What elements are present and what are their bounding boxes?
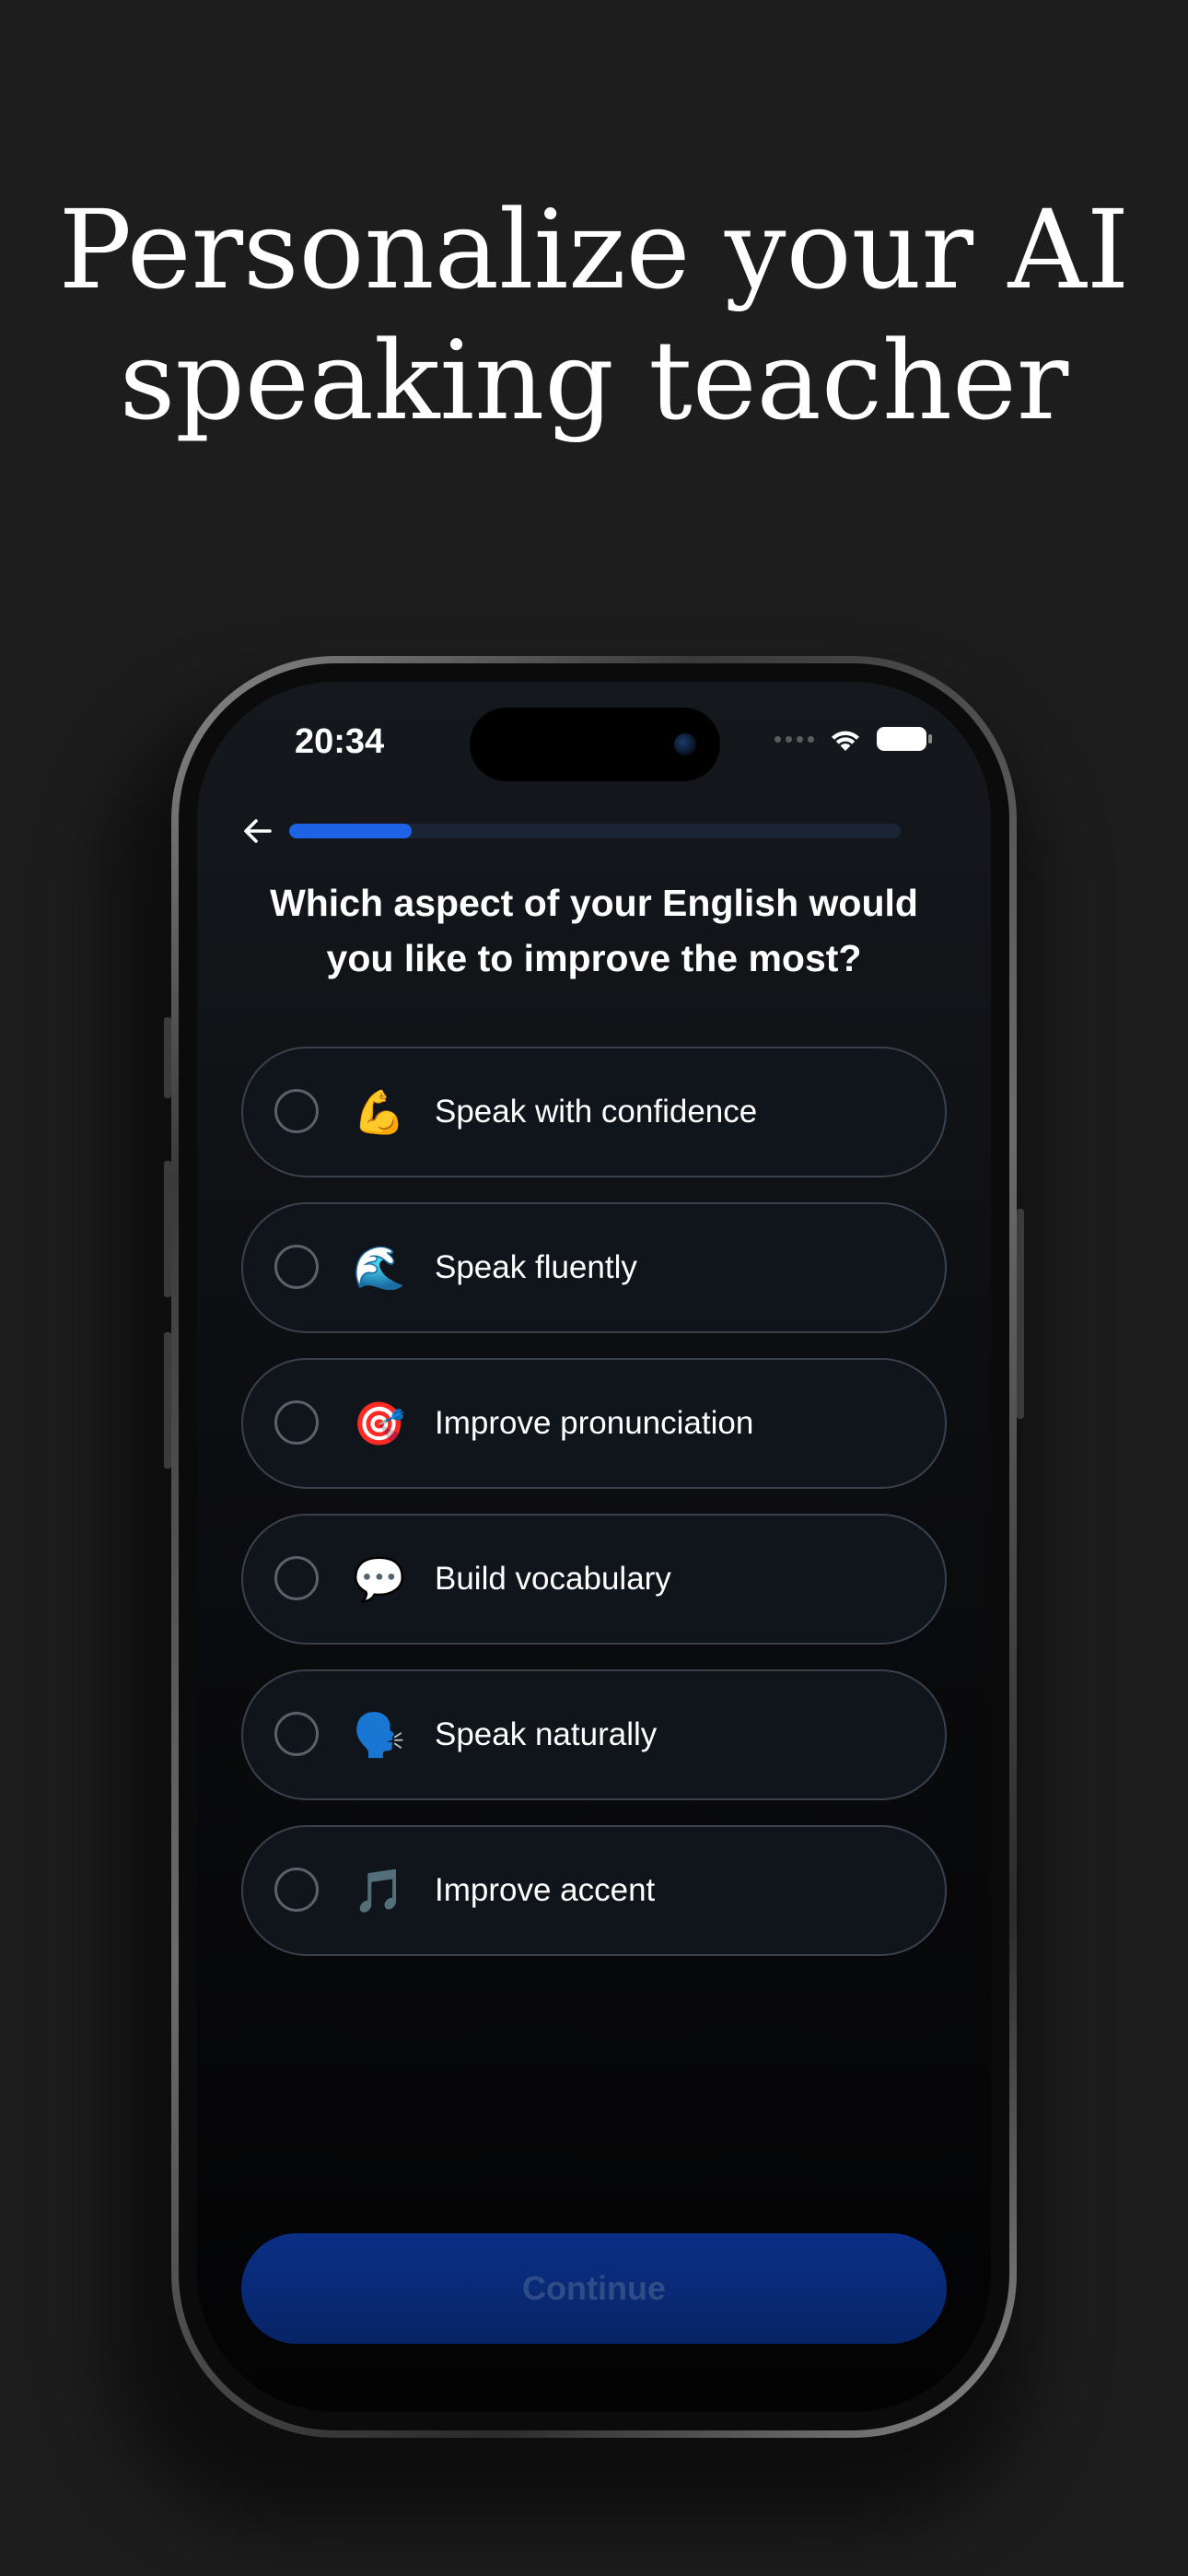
question-title: Which aspect of your English would you l… (234, 875, 954, 986)
continue-button[interactable]: Continue (241, 2233, 947, 2344)
progress-bar-fill (289, 824, 412, 838)
headline-line-1: Personalize your AI (58, 186, 1130, 313)
progress-bar (289, 824, 901, 838)
radio-button[interactable] (274, 1089, 319, 1133)
direct-hit-target-icon: 🎯 (353, 1399, 406, 1448)
arrow-left-icon (244, 819, 272, 843)
power-button (1017, 1209, 1024, 1419)
water-wave-icon: 🌊 (353, 1243, 406, 1293)
status-icons (775, 726, 932, 752)
volume-up-button (164, 1161, 171, 1297)
option-label: Speak naturally (435, 1716, 658, 1752)
flexed-biceps-icon: 💪 (353, 1087, 406, 1137)
options-list: 💪 Speak with confidence 🌊 Speak fluently… (241, 1047, 947, 1981)
option-improve-pronunciation[interactable]: 🎯 Improve pronunciation (241, 1358, 947, 1489)
marketing-headline: Personalize your AI speaking teacher (0, 184, 1188, 446)
dynamic-island (470, 708, 720, 781)
radio-button[interactable] (274, 1868, 319, 1912)
speaking-head-icon: 🗣️ (353, 1710, 406, 1760)
action-button (164, 1017, 171, 1098)
question-line-1: Which aspect of your English would (270, 882, 918, 924)
headline-line-2: speaking teacher (119, 317, 1069, 444)
speech-balloon-icon: 💬 (353, 1554, 406, 1604)
option-build-vocabulary[interactable]: 💬 Build vocabulary (241, 1514, 947, 1645)
option-speak-fluently[interactable]: 🌊 Speak fluently (241, 1202, 947, 1333)
musical-note-icon: 🎵 (353, 1866, 406, 1915)
volume-down-button (164, 1332, 171, 1469)
option-speak-with-confidence[interactable]: 💪 Speak with confidence (241, 1047, 947, 1177)
radio-button[interactable] (274, 1400, 319, 1445)
radio-button[interactable] (274, 1712, 319, 1756)
wifi-icon (832, 731, 859, 751)
radio-button[interactable] (274, 1556, 319, 1600)
cellular-signal-icon (775, 735, 814, 743)
question-line-2: you like to improve the most? (326, 937, 862, 979)
battery-icon (877, 727, 932, 751)
radio-button[interactable] (274, 1245, 319, 1289)
app-screen: 20:34 Which aspect of your English would… (197, 682, 991, 2412)
option-improve-accent[interactable]: 🎵 Improve accent (241, 1825, 947, 1956)
front-camera (674, 733, 696, 755)
option-label: Improve accent (435, 1872, 656, 1908)
status-time: 20:34 (295, 722, 385, 761)
option-label: Speak with confidence (435, 1094, 758, 1130)
continue-label: Continue (522, 2269, 666, 2307)
option-label: Speak fluently (435, 1249, 637, 1285)
back-button[interactable] (232, 805, 284, 857)
option-speak-naturally[interactable]: 🗣️ Speak naturally (241, 1669, 947, 1800)
option-label: Build vocabulary (435, 1561, 671, 1597)
option-label: Improve pronunciation (435, 1405, 754, 1441)
